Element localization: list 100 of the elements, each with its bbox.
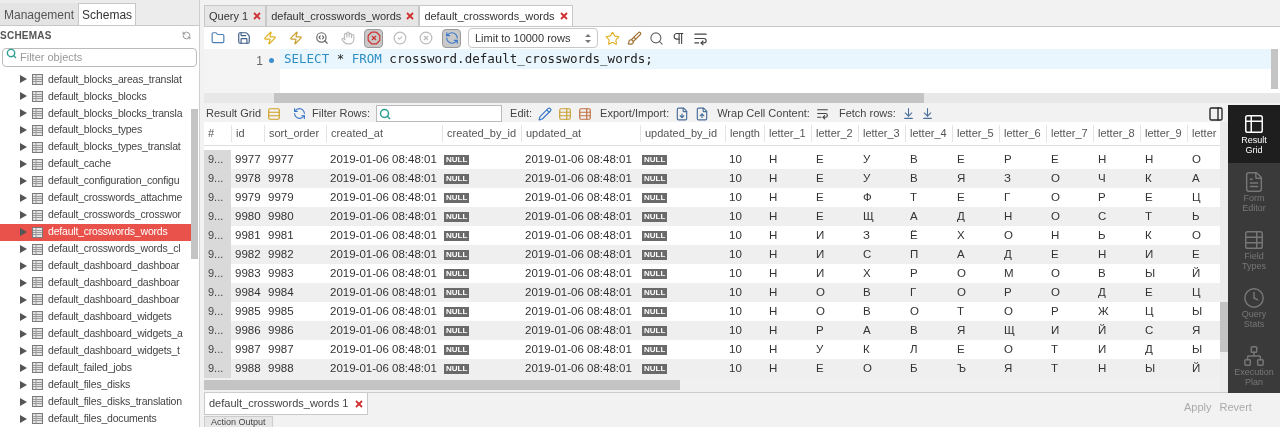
schema-table-item[interactable]: default_dashboard_dashboar [0,257,191,275]
column-header[interactable]: letter_6 [999,125,1046,142]
import-icon[interactable] [695,106,710,121]
schema-table-item[interactable]: default_cache [0,155,191,173]
table-cell-text: 9984 [267,284,295,300]
panel-tab[interactable]: Schemas [78,3,137,25]
column-header[interactable]: updated_by_id [640,125,725,142]
schema-table-item[interactable]: default_failed_jobs [0,359,191,377]
result-tab[interactable]: default_crosswords_words 1 [204,393,369,415]
column-header[interactable]: created_by_id [442,125,521,142]
row-header[interactable]: 9... [204,340,231,359]
schema-table-item[interactable]: default_crosswords_attachme [0,189,191,207]
panel-tab[interactable]: Management [0,3,79,25]
close-icon[interactable] [559,12,568,20]
row-header[interactable]: 9... [204,169,231,188]
scrollbar[interactable] [1271,49,1278,89]
query-tab[interactable]: default_crosswords_words [419,5,573,26]
row-header[interactable]: 9... [204,188,231,207]
fetch-icon[interactable] [920,107,934,120]
table-cell-text: В [909,170,919,186]
schema-table-item[interactable]: default_blocks_blocks [0,87,191,105]
schema-table-item[interactable]: default_blocks_blocks_transla [0,104,191,122]
schema-table-item[interactable]: default_configuration_configu [0,172,191,190]
close-icon[interactable] [406,12,415,20]
filter-rows-field[interactable] [376,105,503,122]
brush-icon[interactable] [627,30,642,46]
scrollbar[interactable] [191,109,198,259]
column-header[interactable]: length [725,125,764,142]
column-header[interactable]: letter_7 [1046,125,1093,142]
row-header[interactable]: 9... [204,150,231,169]
column-header[interactable]: letter_5 [952,125,999,142]
row-header[interactable]: 9... [204,264,231,283]
column-header[interactable]: created_at [326,125,442,142]
row-header[interactable]: 9... [204,245,231,264]
query-tab[interactable]: Query 1 [204,5,267,26]
row-header[interactable]: 9... [204,226,231,245]
schema-table-item[interactable]: default_crosswords_words [0,223,191,241]
edit-label: Edit: [510,106,533,122]
schema-table-item[interactable]: default_files_documents [0,410,191,427]
table-cell-text: И [1050,322,1061,338]
refresh-icon[interactable] [293,107,307,120]
schema-table-item[interactable]: default_blocks_areas_translat [0,71,191,88]
schema-table-item[interactable]: default_crosswords_crosswor [0,206,191,224]
output-tab[interactable]: Action Output [204,416,273,427]
schema-table-item[interactable]: default_blocks_types [0,121,191,139]
schema-table-item[interactable]: default_dashboard_widgets [0,308,191,326]
schema-table-item[interactable]: default_dashboard_widgets_a [0,325,191,343]
star-icon[interactable] [605,30,620,46]
stop-button[interactable] [364,28,383,48]
limit-rows-select[interactable]: Limit to 10000 rows [468,28,598,48]
row-header[interactable]: 9... [204,321,231,340]
null-badge: NULL [444,287,470,298]
column-header[interactable]: id [231,125,264,142]
schema-table-item[interactable]: default_dashboard_dashboar [0,291,191,309]
column-header[interactable]: letter_9 [1140,125,1187,142]
schema-table-item[interactable]: default_files_disks [0,376,191,394]
row-header[interactable]: 9... [204,207,231,226]
view-tab[interactable]: Result Grid [1228,105,1280,163]
row-header[interactable]: 9... [204,359,231,378]
column-header[interactable]: letter_4 [905,125,952,142]
scrollbar[interactable] [274,93,924,103]
row-header[interactable]: 9... [204,283,231,302]
refresh-icon[interactable] [182,30,191,40]
filter-field[interactable]: Filter objects [2,47,197,67]
table-cell-text: Н [768,208,779,224]
column-header[interactable]: letter_3 [858,125,905,142]
schema-table-item[interactable]: default_dashboard_dashboar [0,274,191,292]
table-cell-text: 2019-01-06 08:48:01 [524,265,633,281]
schema-table-item[interactable]: default_crosswords_words_cl [0,240,191,258]
search-icon[interactable] [649,30,664,46]
close-icon[interactable] [253,12,262,20]
table-cell-text: Ё [909,227,919,243]
query-tab[interactable]: default_crosswords_words [266,5,420,26]
wrap-text-icon[interactable] [693,30,708,46]
row-header[interactable]: 9... [204,302,231,321]
column-header[interactable]: letter_1 [764,125,811,142]
wrap-text-icon[interactable] [815,107,829,120]
delete-row-icon[interactable] [578,106,593,121]
column-header[interactable]: # [204,125,231,142]
pencil-icon[interactable] [538,106,553,121]
spinner-arrows-icon[interactable] [585,32,591,44]
table-cell-text: Е [815,151,825,167]
column-header[interactable]: letter_8 [1093,125,1140,142]
table-icon [32,124,43,136]
panel-toggle-icon[interactable] [1208,105,1224,122]
refresh-button[interactable] [442,28,461,48]
column-header[interactable]: sort_order [264,125,326,142]
null-badge: NULL [444,154,470,165]
fetch-icon[interactable] [901,107,915,120]
column-header[interactable]: updated_at [521,125,640,142]
export-icon[interactable] [675,106,690,121]
schema-table-item[interactable]: default_files_disks_translation [0,393,191,411]
close-icon[interactable] [355,399,364,408]
pilcrow-icon[interactable] [671,30,686,46]
table-cell-text: 10 [728,341,743,357]
scrollbar[interactable] [1220,302,1228,352]
schema-table-item[interactable]: default_dashboard_widgets_t [0,342,191,360]
column-header[interactable]: letter_2 [811,125,858,142]
scrollbar[interactable] [204,380,680,390]
schema-table-item[interactable]: default_blocks_types_translat [0,138,191,156]
